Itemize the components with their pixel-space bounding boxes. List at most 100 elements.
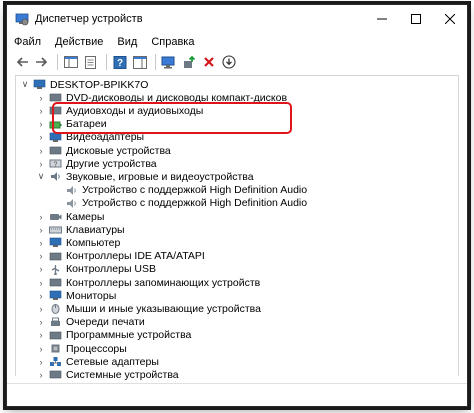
chevron-right-icon[interactable]: › [36, 225, 46, 235]
maximize-button[interactable] [399, 5, 433, 33]
tree-item[interactable]: › Мониторы [36, 289, 117, 302]
system-devices-icon [49, 371, 62, 379]
tree-child-item[interactable]: Устройство с поддержкой High Definition … [52, 197, 307, 210]
speaker-device-icon [67, 198, 76, 208]
processor-icon [51, 344, 60, 353]
tree-item[interactable]: › Компьютер [36, 236, 121, 249]
menu-action[interactable]: Действие [48, 36, 110, 48]
back-button[interactable] [13, 53, 31, 71]
chevron-right-icon[interactable]: › [36, 317, 46, 327]
tree-item-label: Контроллеры запоминающих устройств [66, 276, 261, 289]
menu-help[interactable]: Справка [144, 36, 201, 48]
menu-file[interactable]: Файл [7, 36, 48, 48]
print-queue-icon [51, 317, 60, 326]
highlight-annotation [52, 102, 292, 134]
chevron-right-icon[interactable]: › [36, 106, 46, 116]
minimize-icon [377, 18, 387, 20]
arrow-left-icon [16, 57, 28, 67]
download-button[interactable] [220, 53, 238, 71]
chevron-right-icon[interactable]: › [36, 330, 46, 340]
chevron-down-icon[interactable]: ∨ [20, 79, 30, 90]
minimize-button[interactable] [365, 5, 399, 33]
tree-item[interactable]: ∨ Звуковые, игровые и видеоустройства [36, 170, 254, 183]
chevron-down-icon[interactable]: ∨ [36, 171, 46, 182]
menu-view[interactable]: Вид [110, 36, 144, 48]
tree-child-item[interactable]: Устройство с поддержкой High Definition … [52, 184, 307, 197]
tree-item-label: Дисковые устройства [66, 144, 171, 157]
chevron-right-icon[interactable]: › [36, 264, 46, 274]
usb-controller-icon [51, 264, 60, 275]
tree-item-label: Устройство с поддержкой High Definition … [82, 197, 308, 210]
chevron-right-icon[interactable]: › [36, 251, 46, 261]
tree-item[interactable]: › Очереди печати [36, 316, 145, 329]
chevron-right-icon[interactable]: › [36, 357, 46, 367]
download-circle-icon [222, 55, 236, 69]
action-pane-button[interactable] [131, 53, 149, 71]
disk-drive-icon [49, 146, 62, 155]
tree-item[interactable]: › Процессоры [36, 342, 127, 355]
chevron-right-icon[interactable]: › [36, 132, 46, 142]
arrow-right-icon [36, 57, 48, 67]
tree-item[interactable]: ›? Другие устройства [36, 157, 157, 170]
properties-icon [85, 55, 96, 69]
close-button[interactable] [433, 5, 467, 33]
chevron-right-icon[interactable]: › [36, 238, 46, 248]
tree-item-label: Клавиатуры [66, 223, 125, 236]
tree-item-label: Очереди печати [66, 316, 145, 329]
scan-hardware-button[interactable] [160, 53, 178, 71]
storage-controller-icon [49, 278, 62, 287]
ide-controller-icon [49, 252, 62, 260]
tree-item[interactable]: › Мыши и иные указывающие устройства [36, 302, 261, 315]
chevron-right-icon[interactable]: › [36, 278, 46, 288]
tree-item-label: Компьютер [66, 236, 121, 249]
tree-item[interactable]: › Контроллеры USB [36, 263, 157, 276]
chevron-right-icon[interactable]: › [36, 370, 46, 380]
uninstall-device-button[interactable] [200, 53, 218, 71]
speaker-device-icon [67, 185, 76, 195]
tree-item-label: Мыши и иные указывающие устройства [66, 302, 261, 315]
help-button[interactable]: ? [111, 53, 129, 71]
tree-item-label: Системные устройства [66, 368, 179, 381]
toolbar-separator [57, 54, 58, 70]
update-driver-button[interactable] [180, 53, 198, 71]
chevron-right-icon[interactable]: › [36, 146, 46, 156]
chevron-right-icon[interactable]: › [36, 159, 46, 169]
chevron-right-icon[interactable]: › [36, 291, 46, 301]
action-pane-icon [133, 55, 147, 69]
chevron-right-icon[interactable]: › [36, 119, 46, 129]
tree-item-label: Контроллеры USB [66, 263, 156, 276]
toolbar-separator [155, 54, 156, 70]
tree-item[interactable]: › Контроллеры IDE ATA/ATAPI [36, 250, 205, 263]
tree-item[interactable]: › Клавиатуры [36, 223, 125, 236]
software-device-icon [49, 331, 62, 340]
update-driver-icon [184, 55, 196, 68]
sound-icon [51, 172, 60, 182]
tree-item[interactable]: › Контроллеры запоминающих устройств [36, 276, 261, 289]
mouse-icon [51, 304, 60, 315]
tree-root[interactable]: ∨ DESKTOP-BPIKK7O [20, 78, 149, 91]
tree-item-label: Звуковые, игровые и видеоустройства [66, 170, 254, 183]
tree-item[interactable]: › Камеры [36, 210, 105, 223]
console-tree-icon [64, 56, 78, 68]
device-manager-icon [15, 13, 29, 26]
forward-button[interactable] [33, 53, 51, 71]
computer-icon [33, 79, 46, 89]
network-adapter-icon [50, 357, 61, 367]
title-bar: Диспетчер устройств [7, 5, 467, 33]
properties-button[interactable] [82, 53, 100, 71]
tree-item[interactable]: › Программные устройства [36, 329, 192, 342]
menu-bar: Файл Действие Вид Справка [7, 33, 467, 51]
tree-item-label: Другие устройства [66, 157, 157, 170]
chevron-right-icon[interactable]: › [36, 93, 46, 103]
tree-item-label: Программные устройства [66, 329, 192, 342]
chevron-right-icon[interactable]: › [36, 344, 46, 354]
tree-item-label: Сетевые адаптеры [66, 355, 159, 368]
chevron-right-icon[interactable]: › [36, 212, 46, 222]
status-bar [7, 383, 467, 406]
chevron-right-icon[interactable]: › [36, 304, 46, 314]
tree-item[interactable]: › Сетевые адаптеры [36, 355, 159, 368]
show-hide-console-tree-button[interactable] [62, 53, 80, 71]
tree-item[interactable]: › Системные устройства [36, 368, 179, 381]
tree-item[interactable]: › Дисковые устройства [36, 144, 171, 157]
